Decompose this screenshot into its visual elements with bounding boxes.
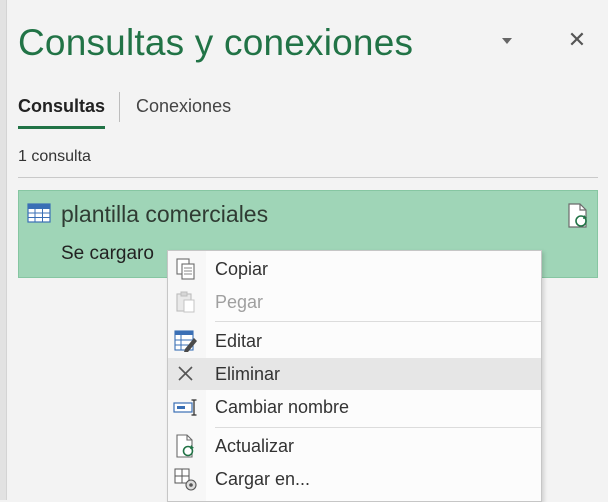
close-pane-button[interactable]: ✕ xyxy=(565,28,589,52)
query-status: Se cargaro xyxy=(61,243,154,264)
pane-options-dropdown[interactable] xyxy=(500,34,514,46)
close-icon: ✕ xyxy=(567,27,587,52)
refresh-document-icon[interactable] xyxy=(567,203,589,229)
menu-item-cambiar-nombre[interactable]: Cambiar nombre xyxy=(168,391,541,423)
copy-icon xyxy=(176,258,195,280)
refresh-icon xyxy=(176,434,194,458)
menu-item-eliminar[interactable]: Eliminar xyxy=(168,358,541,390)
pane-title: Consultas y conexiones xyxy=(18,22,414,63)
load-to-icon xyxy=(174,468,197,491)
delete-icon xyxy=(178,366,193,381)
chevron-down-icon xyxy=(502,38,512,44)
edit-icon xyxy=(174,330,197,352)
context-menu: Copiar Pegar Editar Eliminar Cambiar nom… xyxy=(167,250,542,502)
query-name: plantilla comerciales xyxy=(61,201,269,227)
paste-icon xyxy=(176,291,195,313)
menu-label-actualizar: Actualizar xyxy=(215,436,295,456)
menu-item-editar[interactable]: Editar xyxy=(168,325,541,357)
menu-label-copiar: Copiar xyxy=(215,259,269,279)
menu-separator xyxy=(215,427,541,428)
menu-label-pegar: Pegar xyxy=(215,292,264,312)
menu-label-cargar-en: Cargar en... xyxy=(215,469,311,489)
count-divider xyxy=(18,177,598,178)
menu-item-cargar-en[interactable]: Cargar en... xyxy=(168,463,541,495)
menu-label-cambiar-nombre: Cambiar nombre xyxy=(215,397,350,417)
tab-divider xyxy=(119,92,121,122)
tab-conexiones[interactable]: Conexiones xyxy=(136,92,231,126)
pane-left-border xyxy=(0,0,7,500)
table-icon xyxy=(27,203,51,223)
menu-item-actualizar[interactable]: Actualizar xyxy=(168,430,541,462)
menu-separator xyxy=(215,321,541,322)
rename-icon xyxy=(173,399,197,416)
tab-consultas[interactable]: Consultas xyxy=(18,92,106,129)
menu-item-copiar[interactable]: Copiar xyxy=(168,253,541,285)
menu-label-eliminar: Eliminar xyxy=(215,364,281,384)
query-count: 1 consulta xyxy=(18,148,91,165)
menu-item-pegar[interactable]: Pegar xyxy=(168,286,541,318)
menu-label-editar: Editar xyxy=(215,331,263,351)
pane-tabs: Consultas Conexiones xyxy=(18,92,231,132)
